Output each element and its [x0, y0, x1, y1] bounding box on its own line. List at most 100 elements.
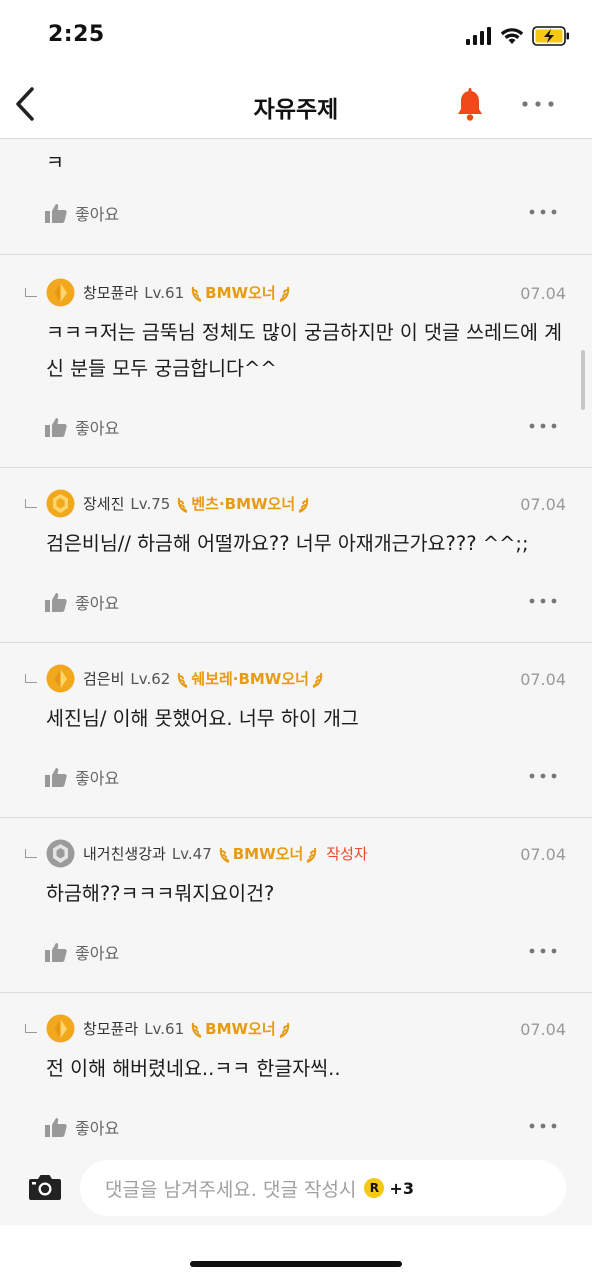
author-level: Lv.75: [130, 494, 171, 513]
author-level: Lv.47: [171, 844, 212, 863]
reply-indicator-icon: [25, 288, 37, 297]
author-name[interactable]: 장세진: [83, 493, 124, 514]
comment-text: 전 이해 해버렸네요..ㅋㅋ 한글자씩..: [46, 1057, 341, 1080]
comment-text: ㅋㅋㅋ저는 금뚝님 정체도 많이 궁금하지만 이 댓글 쓰레드에 계신 분들 모…: [46, 321, 563, 380]
thumbs-up-icon: [45, 768, 67, 787]
comment-meta: 내거친생강과 Lv.47 BMW오너 작성자: [83, 843, 368, 864]
page-title: 자유주제: [253, 97, 339, 123]
comment-input[interactable]: 댓글을 남겨주세요. 댓글 작성시 R +3: [80, 1160, 566, 1216]
more-options-icon[interactable]: [528, 947, 558, 955]
level-badge-gold-icon: [46, 278, 75, 307]
camera-icon[interactable]: [28, 1173, 62, 1201]
signal-icon: [466, 27, 491, 45]
reply-indicator-icon: [25, 674, 37, 683]
like-label: 좋아요: [75, 944, 120, 963]
level-badge-silver-icon: [46, 839, 75, 868]
status-time: 2:25: [48, 22, 105, 47]
comment-item: 창모퓬라 Lv.61 BMW오너 07.04 ㅋㅋㅋ저는 금뚝님 정체도 많이 …: [0, 255, 592, 468]
status-bar: 2:25: [0, 0, 592, 72]
laurel-left-icon: [191, 1022, 202, 1038]
bell-icon[interactable]: [455, 88, 485, 122]
comment-compose-bar: 댓글을 남겨주세요. 댓글 작성시 R +3: [0, 1147, 592, 1225]
more-options-icon[interactable]: [521, 100, 555, 108]
home-indicator[interactable]: [190, 1261, 402, 1267]
like-button[interactable]: 좋아요: [45, 590, 119, 614]
laurel-right-icon: [306, 847, 317, 863]
like-button[interactable]: 좋아요: [45, 1115, 119, 1139]
comment-meta: 창모퓬라 Lv.61 BMW오너: [83, 282, 291, 303]
status-icons: [466, 24, 570, 48]
comment-item: 내거친생강과 Lv.47 BMW오너 작성자 07.04 하금해??ㅋㅋㅋ뭐지요…: [0, 817, 592, 993]
laurel-right-icon: [298, 497, 309, 513]
comment-meta: 검은비 Lv.62 쉐보레·BMW오너: [83, 668, 324, 689]
comment-text: 세진님/ 이해 못했어요. 너무 하이 개그: [46, 707, 359, 730]
more-options-icon[interactable]: [528, 422, 558, 430]
laurel-right-icon: [279, 286, 289, 302]
comment-item: ㅋ 좋아요: [0, 140, 592, 255]
laurel-left-icon: [191, 286, 202, 302]
author-name[interactable]: 검은비: [83, 668, 124, 689]
reply-indicator-icon: [25, 849, 37, 858]
wifi-icon: [500, 28, 524, 44]
laurel-left-icon: [178, 672, 188, 688]
owner-badge: BMW오너: [190, 1018, 291, 1039]
laurel-left-icon: [178, 497, 188, 513]
reply-indicator-icon: [25, 1024, 37, 1033]
more-options-icon[interactable]: [528, 597, 558, 605]
author-name[interactable]: 창모퓬라: [83, 282, 138, 303]
laurel-right-icon: [279, 1022, 289, 1038]
comment-item: 검은비 Lv.62 쉐보레·BMW오너 07.04 세진님/ 이해 못했어요. …: [0, 642, 592, 818]
thumbs-up-icon: [45, 1118, 67, 1137]
post-author-tag: 작성자: [326, 845, 368, 863]
comment-item: 창모퓬라 Lv.61 BMW오너 07.04 전 이해 해버렸네요..ㅋㅋ 한글…: [0, 992, 592, 1147]
comment-list[interactable]: ㅋ 좋아요 창모퓬라 Lv.61 BMW오너 07.04 ㅋㅋㅋ저는 금뚝님 정…: [0, 140, 592, 1147]
scrollbar[interactable]: [581, 350, 585, 410]
like-button[interactable]: 좋아요: [45, 765, 119, 789]
comment-date: 07.04: [520, 670, 566, 689]
like-label: 좋아요: [75, 1119, 120, 1138]
nav-bar: 자유주제: [0, 72, 592, 139]
battery-charging-icon: [532, 26, 569, 46]
like-button[interactable]: 좋아요: [45, 201, 119, 225]
thumbs-up-icon: [45, 593, 67, 612]
author-level: Lv.61: [144, 1019, 185, 1038]
laurel-right-icon: [312, 672, 323, 688]
comment-meta: 장세진 Lv.75 벤츠·BMW오너: [83, 493, 310, 514]
comment-date: 07.04: [520, 495, 566, 514]
comment-date: 07.04: [520, 845, 566, 864]
thumbs-up-icon: [45, 418, 67, 437]
level-badge-gold-icon: [46, 664, 75, 693]
thumbs-up-icon: [45, 204, 67, 223]
owner-badge: 벤츠·BMW오너: [176, 493, 310, 514]
reward-point-icon: R: [364, 1178, 385, 1198]
like-label: 좋아요: [75, 594, 120, 613]
like-button[interactable]: 좋아요: [45, 415, 119, 439]
author-level: Lv.61: [144, 283, 185, 302]
owner-badge: BMW오너: [190, 282, 291, 303]
more-options-icon[interactable]: [528, 772, 558, 780]
owner-badge: 쉐보레·BMW오너: [176, 668, 324, 689]
like-button[interactable]: 좋아요: [45, 940, 119, 964]
level-badge-gold-icon: [46, 1014, 75, 1043]
level-badge-gold-hex-icon: [46, 489, 75, 518]
comment-meta: 창모퓬라 Lv.61 BMW오너: [83, 1018, 291, 1039]
author-level: Lv.62: [130, 669, 171, 688]
laurel-left-icon: [219, 847, 230, 863]
comment-date: 07.04: [520, 1020, 566, 1039]
comment-text: 검은비님// 하금해 어떨까요?? 너무 아재개근가요??? ^^;;: [46, 532, 529, 555]
comment-item: 장세진 Lv.75 벤츠·BMW오너 07.04 검은비님// 하금해 어떨까요…: [0, 467, 592, 643]
comment-text: ㅋ: [46, 151, 64, 174]
comment-date: 07.04: [520, 284, 566, 303]
comment-input-placeholder: 댓글을 남겨주세요. 댓글 작성시: [105, 1178, 357, 1201]
home-indicator-area: [0, 1225, 592, 1280]
more-options-icon[interactable]: [528, 1122, 558, 1130]
author-name[interactable]: 창모퓬라: [83, 1018, 138, 1039]
comment-text: 하금해??ㅋㅋㅋ뭐지요이건?: [46, 882, 275, 905]
reply-indicator-icon: [25, 499, 37, 508]
like-label: 좋아요: [75, 205, 120, 224]
like-label: 좋아요: [75, 419, 120, 438]
author-name[interactable]: 내거친생강과: [83, 843, 166, 864]
like-label: 좋아요: [75, 769, 120, 788]
thumbs-up-icon: [45, 943, 67, 962]
more-options-icon[interactable]: [528, 208, 558, 216]
